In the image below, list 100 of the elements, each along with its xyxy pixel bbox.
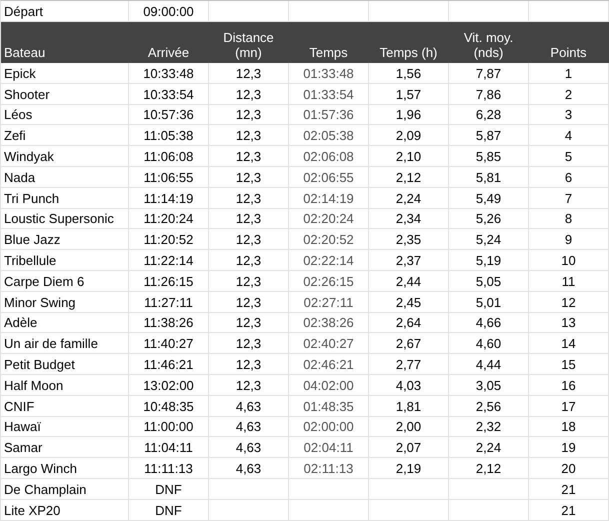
boat-name: Epick bbox=[1, 63, 129, 84]
table-cell: 02:38:26 bbox=[289, 312, 369, 334]
column-header: Bateau bbox=[1, 22, 129, 63]
table-cell: 5,87 bbox=[449, 125, 529, 146]
table-cell: 4,03 bbox=[369, 374, 449, 396]
table-cell: 4 bbox=[529, 125, 609, 146]
table-cell: 2,12 bbox=[449, 458, 529, 479]
boat-name: Un air de famille bbox=[1, 333, 129, 354]
table-cell: 6,28 bbox=[449, 104, 529, 126]
table-cell: 5,24 bbox=[449, 229, 529, 250]
table-cell: 1,57 bbox=[369, 84, 449, 105]
table-cell: 8 bbox=[529, 208, 609, 230]
table-cell: 5,85 bbox=[449, 146, 529, 167]
table-cell: 12,3 bbox=[209, 333, 289, 354]
table-cell: 5,19 bbox=[449, 250, 529, 271]
boat-name: Half Moon bbox=[1, 374, 129, 396]
table-cell: 10 bbox=[529, 250, 609, 271]
table-cell: 11:06:08 bbox=[129, 146, 209, 167]
table-cell: 11:27:11 bbox=[129, 292, 209, 313]
table-cell: DNF bbox=[129, 478, 209, 500]
boat-name: Adèle bbox=[1, 312, 129, 334]
table-cell: 02:05:38 bbox=[289, 125, 369, 146]
table-cell: 19 bbox=[529, 437, 609, 458]
table-cell: 02:46:21 bbox=[289, 354, 369, 375]
table-cell: 02:06:55 bbox=[289, 166, 369, 188]
table-cell: 10:33:54 bbox=[129, 84, 209, 105]
table-cell: 12,3 bbox=[209, 166, 289, 188]
table-cell: 9 bbox=[529, 229, 609, 250]
table-cell: 2,10 bbox=[369, 146, 449, 167]
table-cell: 11:26:15 bbox=[129, 270, 209, 292]
table-cell: 12,3 bbox=[209, 188, 289, 209]
table-cell: 21 bbox=[529, 500, 609, 521]
table-cell: 4,44 bbox=[449, 354, 529, 375]
table-cell: 2,07 bbox=[369, 437, 449, 458]
table-cell: 6 bbox=[529, 166, 609, 188]
table-cell: 5,81 bbox=[449, 166, 529, 188]
table-cell: 7,86 bbox=[449, 84, 529, 105]
table-cell: 4,66 bbox=[449, 312, 529, 334]
table-cell: 2,09 bbox=[369, 125, 449, 146]
table-cell: DNF bbox=[129, 500, 209, 521]
table-cell: 11:06:55 bbox=[129, 166, 209, 188]
boat-name: De Champlain bbox=[1, 478, 129, 500]
boat-name: Windyak bbox=[1, 146, 129, 167]
boat-name: Léos bbox=[1, 104, 129, 126]
table-cell: 11:14:19 bbox=[129, 188, 209, 209]
table-cell: 12 bbox=[529, 292, 609, 313]
table-cell: 3 bbox=[529, 104, 609, 126]
table-cell: 12,3 bbox=[209, 374, 289, 396]
table-cell: 2,44 bbox=[369, 270, 449, 292]
table-cell: 01:33:48 bbox=[289, 63, 369, 84]
boat-name: Samar bbox=[1, 437, 129, 458]
table-cell: 12,3 bbox=[209, 208, 289, 230]
table-cell: 02:04:11 bbox=[289, 437, 369, 458]
boat-name: Shooter bbox=[1, 84, 129, 105]
table-cell: 11:04:11 bbox=[129, 437, 209, 458]
table-cell: 5,01 bbox=[449, 292, 529, 313]
table-cell: 2,35 bbox=[369, 229, 449, 250]
table-cell: 12,3 bbox=[209, 63, 289, 84]
table-cell: 2,34 bbox=[369, 208, 449, 230]
table-cell: 11:46:21 bbox=[129, 354, 209, 375]
table-cell: 02:27:11 bbox=[289, 292, 369, 313]
table-cell: 2,32 bbox=[449, 416, 529, 438]
column-header: Distance (mn) bbox=[209, 22, 289, 63]
table-cell: 3,05 bbox=[449, 374, 529, 396]
boat-name: Tri Punch bbox=[1, 188, 129, 209]
table-cell: 10:48:35 bbox=[129, 396, 209, 417]
table-cell: 15 bbox=[529, 354, 609, 375]
table-cell: 21 bbox=[529, 478, 609, 500]
table-cell: 7 bbox=[529, 188, 609, 209]
table-cell: 11:22:14 bbox=[129, 250, 209, 271]
table-cell: 10:33:48 bbox=[129, 63, 209, 84]
table-cell: 01:48:35 bbox=[289, 396, 369, 417]
table-cell: 16 bbox=[529, 374, 609, 396]
boat-name: Blue Jazz bbox=[1, 229, 129, 250]
table-cell: 02:22:14 bbox=[289, 250, 369, 271]
table-cell: 02:20:52 bbox=[289, 229, 369, 250]
table-cell: 02:14:19 bbox=[289, 188, 369, 209]
table-cell: 12,3 bbox=[209, 270, 289, 292]
table-cell: 5,26 bbox=[449, 208, 529, 230]
table-cell: 2,56 bbox=[449, 396, 529, 417]
table-cell: 18 bbox=[529, 416, 609, 438]
table-cell: 7,87 bbox=[449, 63, 529, 84]
table-cell: 12,3 bbox=[209, 104, 289, 126]
table-cell: 12,3 bbox=[209, 250, 289, 271]
table-cell: 20 bbox=[529, 458, 609, 479]
boat-name: Carpe Diem 6 bbox=[1, 270, 129, 292]
table-cell: 12,3 bbox=[209, 354, 289, 375]
table-cell: 5,05 bbox=[449, 270, 529, 292]
table-cell: 2,37 bbox=[369, 250, 449, 271]
column-header: Temps (h) bbox=[369, 22, 449, 63]
table-cell: 11 bbox=[529, 270, 609, 292]
table-cell: 2,64 bbox=[369, 312, 449, 334]
boat-name: Loustic Supersonic bbox=[1, 208, 129, 230]
table-cell: 2 bbox=[529, 84, 609, 105]
boat-name: Minor Swing bbox=[1, 292, 129, 313]
table-cell: 01:57:36 bbox=[289, 104, 369, 126]
table-cell: 13:02:00 bbox=[129, 374, 209, 396]
table-cell: 02:26:15 bbox=[289, 270, 369, 292]
boat-name: Largo Winch bbox=[1, 458, 129, 479]
column-header: Temps bbox=[289, 22, 369, 63]
